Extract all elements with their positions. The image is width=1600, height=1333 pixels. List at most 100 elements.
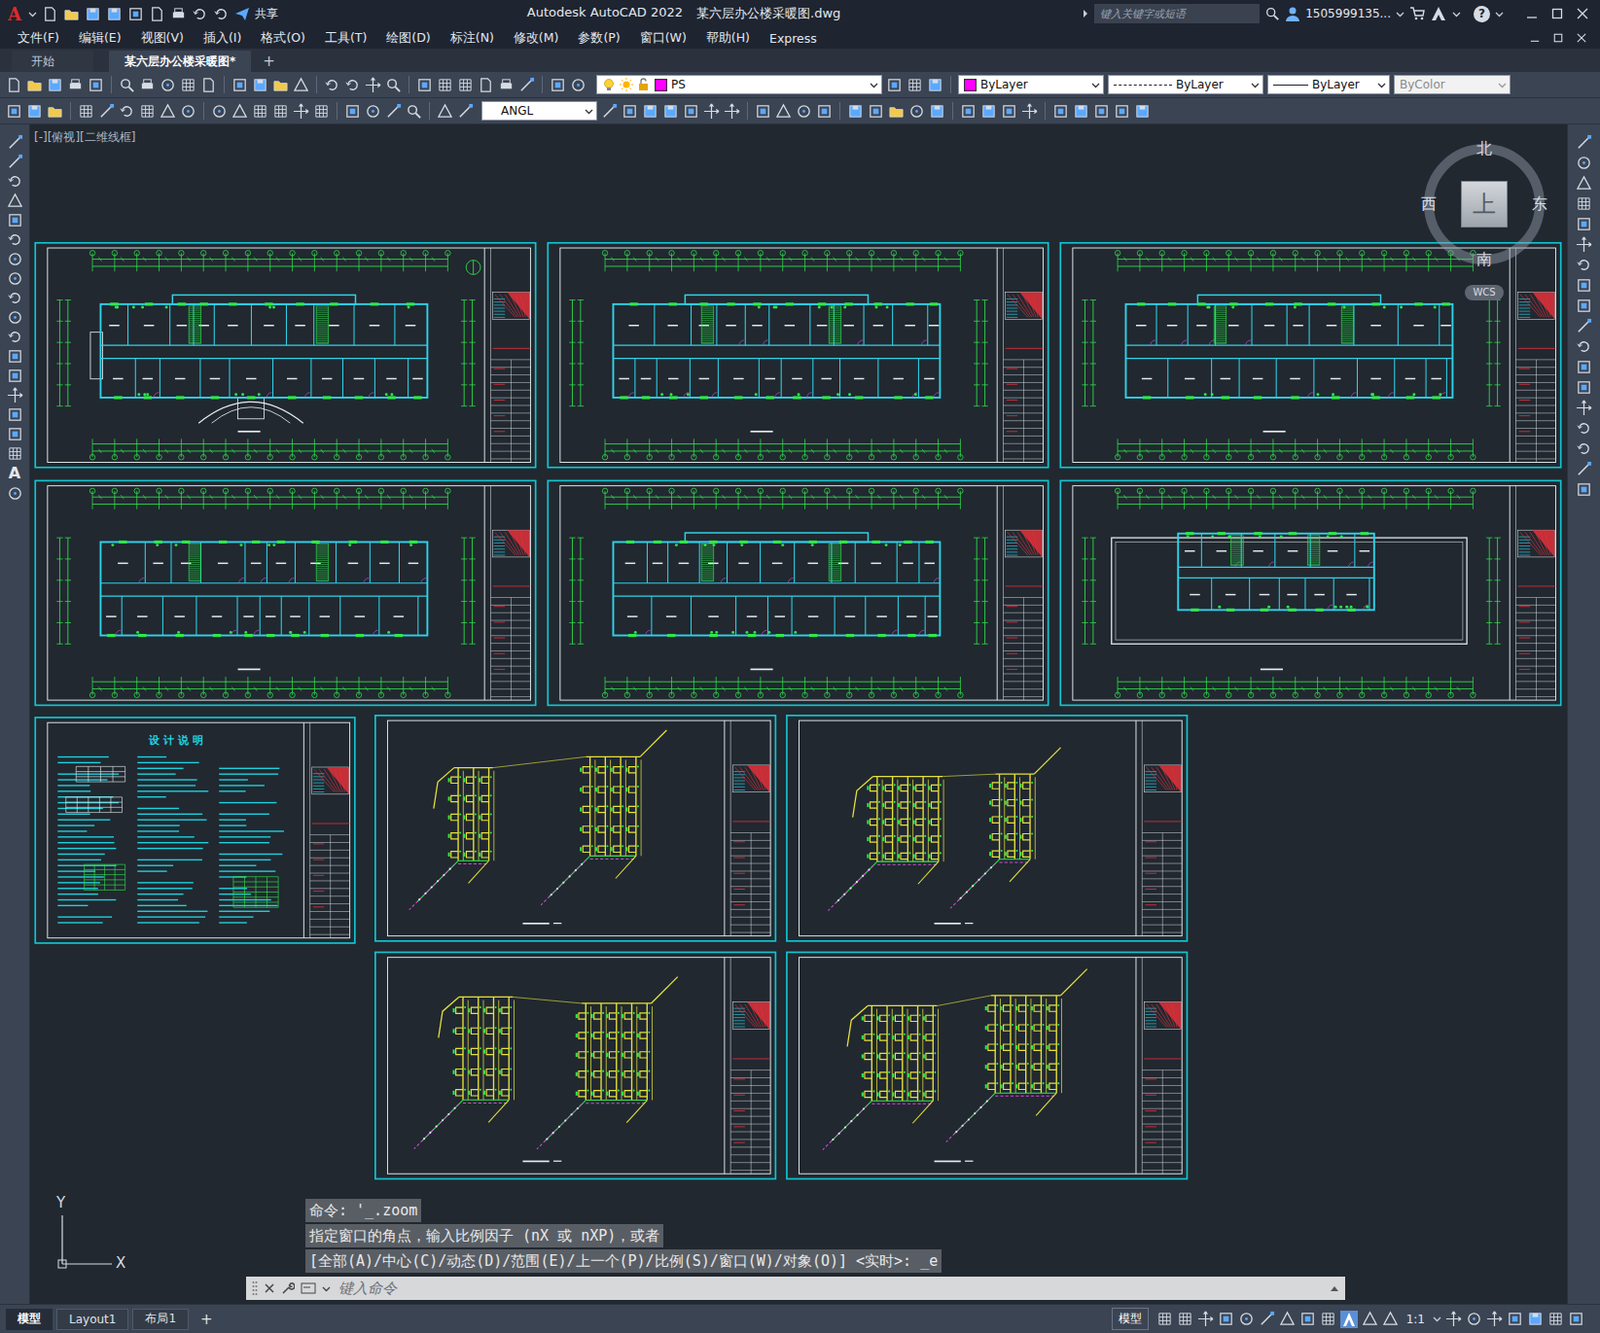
draw-tool-icon[interactable] bbox=[6, 426, 24, 443]
modify-side-tool-icon[interactable] bbox=[1575, 420, 1593, 437]
menu-item[interactable]: 视图(V) bbox=[131, 30, 194, 47]
status-toggle-icon[interactable] bbox=[1156, 1311, 1174, 1328]
toolbar-tool-icon[interactable] bbox=[272, 76, 289, 94]
model-space-button[interactable]: 模型 bbox=[1111, 1308, 1149, 1331]
modify-tool-icon[interactable] bbox=[908, 103, 925, 120]
lineweight-dropdown[interactable]: ByLayer bbox=[1267, 74, 1390, 95]
dropdown-arrow-icon[interactable] bbox=[321, 1284, 331, 1294]
toolbar-tool-icon[interactable] bbox=[385, 76, 402, 94]
layout-tab[interactable]: 布局1 bbox=[132, 1309, 189, 1331]
modify-side-tool-icon[interactable] bbox=[1575, 440, 1593, 458]
modify-side-tool-icon[interactable] bbox=[1575, 338, 1593, 356]
toolbar-tool-icon[interactable] bbox=[179, 76, 197, 94]
draw-tool-icon[interactable] bbox=[6, 231, 24, 249]
modify-side-tool-icon[interactable] bbox=[1575, 256, 1593, 274]
quick-access-icon[interactable] bbox=[106, 5, 123, 23]
drawing-sheet[interactable] bbox=[1060, 480, 1561, 706]
compass-south[interactable]: 南 bbox=[1474, 249, 1494, 270]
modify-tool-icon[interactable] bbox=[682, 103, 700, 120]
layout-tab[interactable]: 模型 bbox=[5, 1309, 53, 1331]
modify-side-tool-icon[interactable] bbox=[1575, 236, 1593, 253]
modify-side-tool-icon[interactable] bbox=[1575, 277, 1593, 294]
maximize-icon[interactable] bbox=[1551, 7, 1564, 20]
modify-tool-icon[interactable] bbox=[641, 103, 659, 120]
toolbar-tool-icon[interactable] bbox=[344, 76, 361, 94]
modify-side-tool-icon[interactable] bbox=[1575, 358, 1593, 376]
cart-icon[interactable] bbox=[1409, 5, 1425, 22]
dimension-tool-icon[interactable] bbox=[159, 103, 177, 120]
menu-item[interactable]: 绘图(D) bbox=[376, 30, 440, 47]
menu-item[interactable]: 插入(I) bbox=[193, 30, 251, 47]
dimension-tool-icon[interactable] bbox=[405, 103, 423, 120]
model-space[interactable]: 设 计 说 明 bbox=[30, 124, 1567, 1305]
modify-side-tool-icon[interactable] bbox=[1575, 379, 1593, 396]
toolbar-tool-icon[interactable] bbox=[118, 76, 136, 94]
modify-side-tool-icon[interactable] bbox=[1575, 318, 1593, 335]
modify-side-tool-icon[interactable] bbox=[1575, 215, 1593, 233]
dimension-tool-icon[interactable] bbox=[313, 103, 330, 120]
dimension-tool-icon[interactable] bbox=[457, 103, 474, 120]
annotation-icon[interactable] bbox=[1361, 1311, 1379, 1328]
dropdown-arrow-icon[interactable] bbox=[1250, 80, 1260, 90]
status-toggle-icon[interactable] bbox=[1217, 1311, 1235, 1328]
modify-tool-icon[interactable] bbox=[1000, 103, 1018, 120]
drawing-sheet[interactable] bbox=[547, 243, 1048, 468]
status-toggle-icon[interactable] bbox=[1197, 1311, 1214, 1328]
modify-tool-icon[interactable] bbox=[1052, 103, 1069, 120]
dimension-tool-icon[interactable] bbox=[272, 103, 289, 120]
draw-tool-icon[interactable] bbox=[6, 212, 24, 229]
drawing-sheet[interactable] bbox=[786, 715, 1188, 942]
status-tool-icon[interactable] bbox=[1527, 1311, 1544, 1328]
user-name[interactable]: 1505999135... bbox=[1305, 6, 1391, 21]
dimension-tool-icon[interactable] bbox=[231, 103, 249, 120]
dimension-tool-icon[interactable] bbox=[46, 103, 64, 120]
status-toggle-icon[interactable] bbox=[1176, 1311, 1194, 1328]
status-toggle-icon[interactable] bbox=[1279, 1311, 1296, 1328]
modify-tool-icon[interactable] bbox=[601, 103, 618, 120]
drawing-canvas[interactable]: 设 计 说 明[-][俯视][二维线框]北南西东上WCSYX命令: '_.zoo… bbox=[30, 124, 1567, 1305]
toolbar-tool-icon[interactable] bbox=[139, 76, 156, 94]
toolbar-tool-icon[interactable] bbox=[251, 76, 269, 94]
dimension-tool-icon[interactable] bbox=[77, 103, 95, 120]
drawing-sheet[interactable] bbox=[375, 952, 777, 1179]
toolbar-tool-icon[interactable] bbox=[200, 76, 217, 94]
linetype-dropdown[interactable]: ByLayer bbox=[1107, 74, 1264, 95]
ucs-menu[interactable]: WCS bbox=[1464, 284, 1504, 301]
add-layout-button[interactable]: + bbox=[192, 1311, 221, 1329]
layer-dropdown[interactable]: PS bbox=[596, 74, 883, 95]
close-icon[interactable] bbox=[1576, 33, 1587, 43]
layer-tool-icon[interactable] bbox=[926, 76, 944, 94]
toolbar-tool-icon[interactable] bbox=[231, 76, 249, 94]
modify-tool-icon[interactable] bbox=[775, 103, 792, 120]
quick-access-icon[interactable] bbox=[41, 5, 59, 23]
status-toggle-icon[interactable] bbox=[1238, 1311, 1255, 1328]
compass-north[interactable]: 北 bbox=[1474, 139, 1494, 159]
dropdown-arrow-icon[interactable] bbox=[869, 80, 879, 90]
dropdown-arrow-icon[interactable] bbox=[28, 9, 37, 19]
draw-tool-icon[interactable] bbox=[6, 270, 24, 287]
draw-tool-icon[interactable] bbox=[6, 289, 24, 307]
modify-side-tool-icon[interactable] bbox=[1575, 297, 1593, 315]
command-history-up-icon[interactable] bbox=[1329, 1284, 1340, 1293]
menu-item[interactable]: 窗口(W) bbox=[630, 30, 697, 47]
modify-tool-icon[interactable] bbox=[754, 103, 772, 120]
viewport-label[interactable]: [-][俯视][二维线框] bbox=[34, 129, 136, 146]
modify-tool-icon[interactable] bbox=[847, 103, 864, 120]
layer-unlock-icon[interactable] bbox=[637, 77, 651, 92]
dropdown-arrow-icon[interactable] bbox=[1395, 9, 1405, 19]
wrench-icon[interactable] bbox=[281, 1281, 295, 1296]
new-tab-button[interactable]: + bbox=[252, 50, 285, 72]
quick-access-icon[interactable] bbox=[63, 5, 80, 23]
file-tab[interactable]: 开始 bbox=[11, 50, 94, 72]
quick-access-icon[interactable] bbox=[127, 5, 144, 23]
layer-thaw-sun-icon[interactable] bbox=[619, 77, 634, 92]
minimize-icon[interactable] bbox=[1529, 33, 1540, 43]
modify-tool-icon[interactable] bbox=[867, 103, 885, 120]
drawing-sheet[interactable] bbox=[547, 480, 1048, 706]
toolbar-tool-icon[interactable] bbox=[569, 76, 587, 94]
quick-access-icon[interactable] bbox=[213, 5, 230, 23]
toolbar-tool-icon[interactable] bbox=[549, 76, 567, 94]
dimension-tool-icon[interactable] bbox=[292, 103, 310, 120]
dropdown-arrow-icon[interactable] bbox=[1494, 9, 1504, 19]
maximize-icon[interactable] bbox=[1553, 33, 1564, 43]
